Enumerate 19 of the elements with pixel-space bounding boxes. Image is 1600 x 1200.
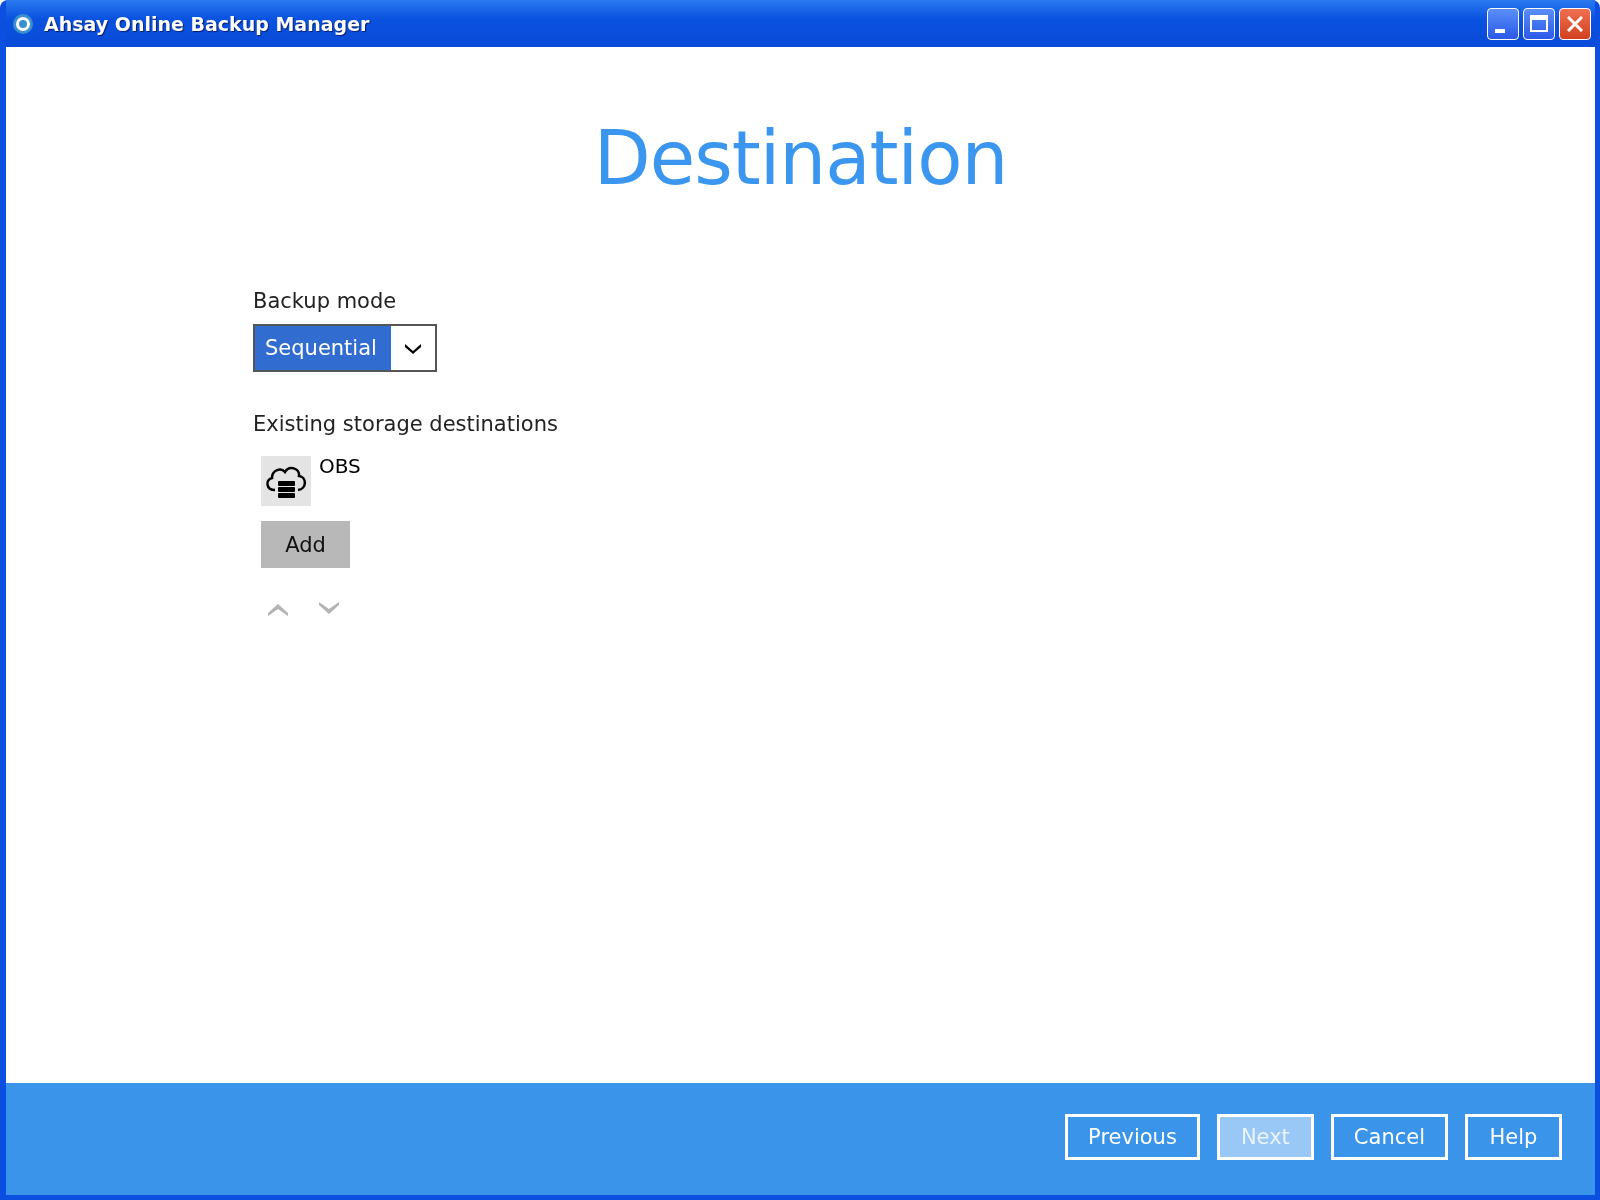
add-button[interactable]: Add — [261, 521, 350, 568]
window-title: Ahsay Online Backup Manager — [44, 12, 370, 35]
page-heading: Destination — [592, 115, 1009, 201]
section-label: Existing storage destinations — [253, 412, 558, 436]
ring-icon — [12, 12, 34, 35]
chevron-down-icon — [403, 341, 423, 355]
footer-button[interactable]: Previous — [1065, 1114, 1200, 1160]
footer-button[interactable]: Help — [1465, 1114, 1562, 1160]
field-label: Backup mode — [253, 289, 397, 313]
footer-button[interactable]: Cancel — [1330, 1114, 1448, 1160]
minimize-icon — [1495, 28, 1505, 33]
close-icon — [1567, 15, 1583, 32]
close-button[interactable] — [1559, 7, 1591, 40]
maximize-icon — [1530, 15, 1548, 32]
maximize-button[interactable] — [1523, 7, 1555, 40]
minimize-button[interactable] — [1487, 7, 1519, 40]
backup-mode-dropdown[interactable]: Sequential — [253, 324, 437, 372]
cloud-server-icon[interactable] — [261, 456, 311, 506]
destination-name[interactable]: OBS — [319, 454, 361, 478]
